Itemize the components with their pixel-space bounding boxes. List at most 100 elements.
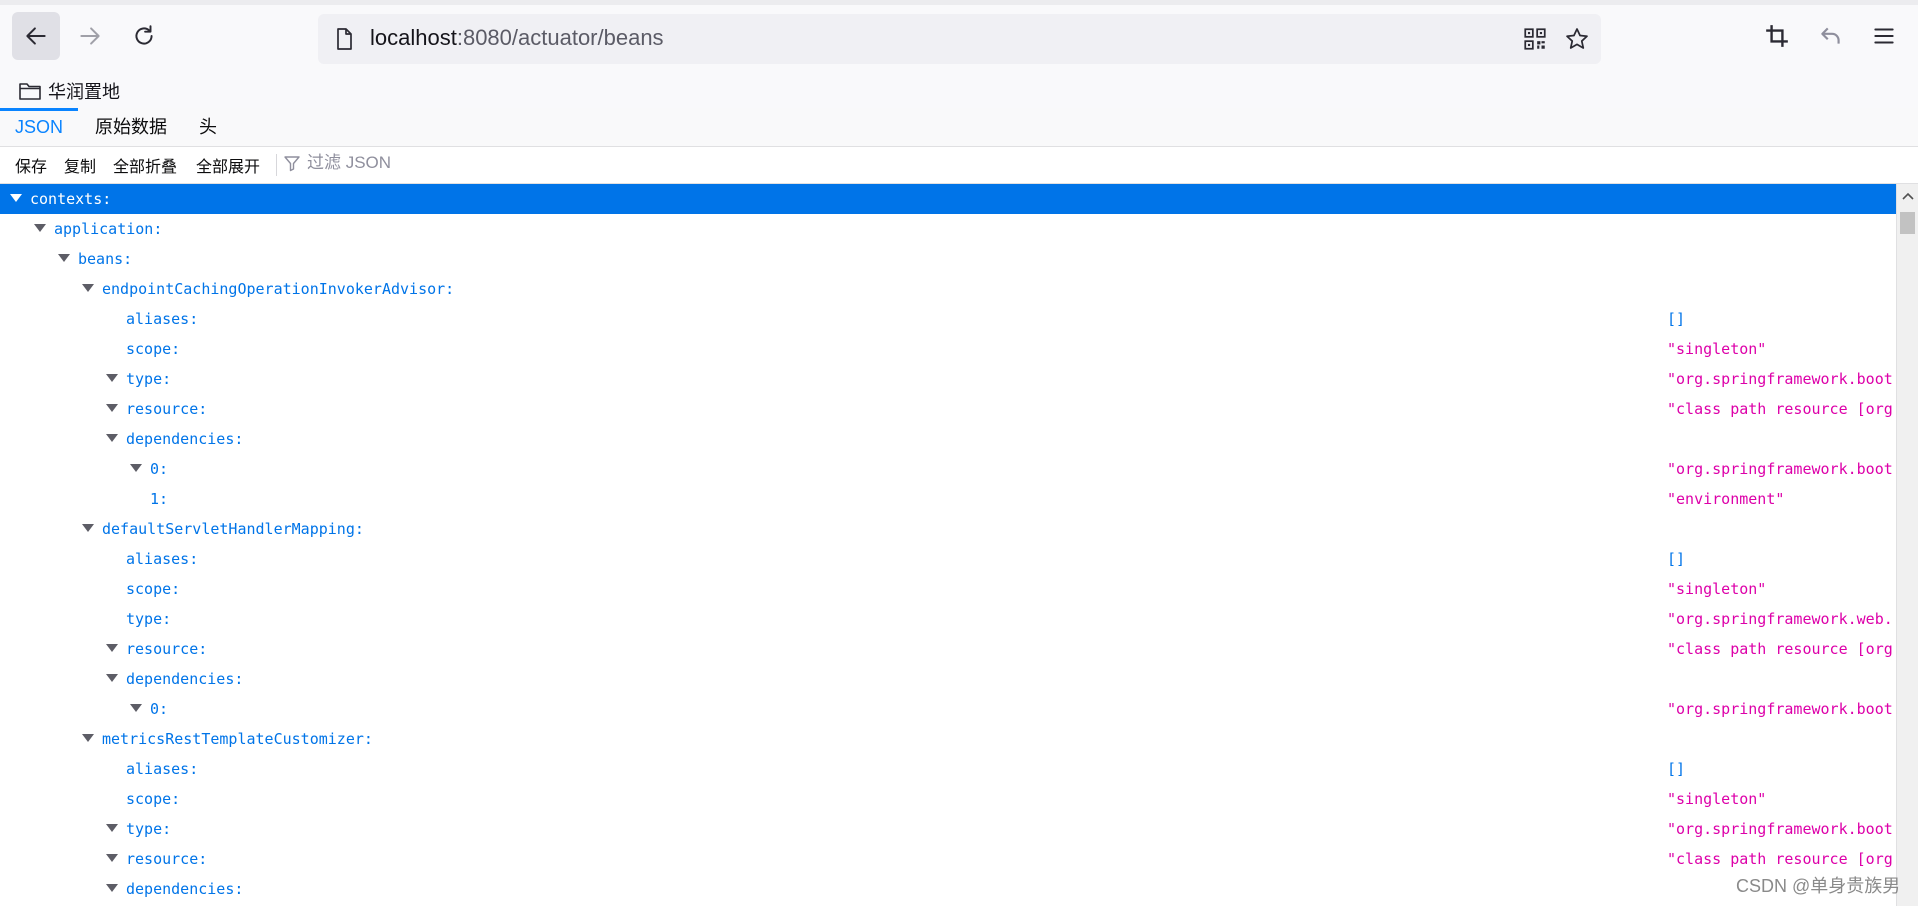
back-arrow-icon (26, 27, 46, 45)
tree-value: "org.springframework.boot (1667, 820, 1893, 838)
expand-toggle-icon[interactable] (82, 284, 94, 292)
viewer-tabs: JSON 原始数据 头 (0, 108, 1918, 147)
expand-toggle-icon[interactable] (82, 524, 94, 532)
tree-row[interactable]: contexts: (0, 184, 1896, 214)
tree-value: "org.springframework.boot (1667, 460, 1893, 478)
tree-key: resource: (126, 640, 208, 658)
tree-value: [] (1667, 760, 1686, 778)
expand-all-button[interactable]: 全部展开 (196, 153, 260, 177)
expand-toggle-icon[interactable] (106, 434, 118, 442)
url-path: :8080/actuator/beans (456, 25, 664, 50)
tree-key: type: (126, 370, 172, 388)
tree-key: contexts: (30, 190, 112, 208)
menu-icon (1874, 28, 1894, 44)
browser-toolbar: localhost:8080/actuator/beans (0, 0, 1918, 73)
tree-key: dependencies: (126, 670, 244, 688)
tree-key: 0: (150, 460, 169, 478)
tree-row[interactable]: resource: "class path resource [org (0, 844, 1896, 874)
tree-key: type: (126, 820, 172, 838)
expand-toggle-icon[interactable] (106, 374, 118, 382)
tree-row[interactable]: type: "org.springframework.boot (0, 814, 1896, 844)
tree-row[interactable]: beans: (0, 244, 1896, 274)
screenshot-button[interactable] (1753, 12, 1801, 60)
tree-key: application: (54, 220, 163, 238)
tree-key: scope: (126, 790, 181, 808)
tree-row[interactable]: application: (0, 214, 1896, 244)
expand-toggle-icon[interactable] (130, 704, 142, 712)
undo-button[interactable] (1807, 12, 1855, 60)
expand-toggle-icon[interactable] (34, 224, 46, 232)
tab-raw-data[interactable]: 原始数据 (84, 108, 178, 146)
expand-toggle-icon[interactable] (106, 824, 118, 832)
back-button[interactable] (12, 12, 60, 60)
qr-code-icon[interactable] (1522, 26, 1548, 52)
url-host: localhost (370, 25, 457, 50)
expand-toggle-icon[interactable] (130, 464, 142, 472)
copy-button[interactable]: 复制 (64, 153, 96, 177)
tree-row[interactable]: metricsRestTemplateCustomizer: (0, 724, 1896, 754)
bookmarks-bar: 华润置地 (0, 73, 1918, 109)
reload-icon (135, 25, 153, 45)
save-button[interactable]: 保存 (15, 153, 47, 177)
vertical-scrollbar[interactable] (1896, 184, 1918, 906)
tree-row[interactable]: type: "org.springframework.boot (0, 364, 1896, 394)
tab-headers[interactable]: 头 (188, 108, 228, 146)
json-tree: contexts: application: beans: endpointCachi… (0, 184, 1896, 906)
tree-value: "class path resource [org (1667, 400, 1893, 418)
menu-button[interactable] (1860, 12, 1908, 60)
tree-value: "class path resource [org (1667, 850, 1893, 868)
expand-toggle-icon[interactable] (106, 884, 118, 892)
tree-row[interactable]: 0: "org.springframework.boot (0, 694, 1896, 724)
page-icon (337, 28, 352, 50)
url-text[interactable]: localhost:8080/actuator/beans (370, 25, 664, 51)
tree-row[interactable]: resource: "class path resource [org (0, 394, 1896, 424)
scroll-up-arrow-icon[interactable] (1900, 188, 1916, 204)
tree-key: 0: (150, 700, 169, 718)
tree-key: 1: (150, 490, 169, 508)
tree-value: [] (1667, 550, 1686, 568)
filter-json-input[interactable] (305, 152, 609, 174)
tree-row[interactable]: defaultServletHandlerMapping: (0, 514, 1896, 544)
bookmark-folder[interactable]: 华润置地 (18, 78, 120, 104)
tree-row[interactable]: endpointCachingOperationInvokerAdvisor: (0, 274, 1896, 304)
expand-toggle-icon[interactable] (106, 674, 118, 682)
tree-row[interactable]: type: "org.springframework.web. (0, 604, 1896, 634)
tree-row[interactable]: aliases: [] (0, 304, 1896, 334)
tree-row[interactable]: dependencies: (0, 424, 1896, 454)
tree-row[interactable]: scope: "singleton" (0, 784, 1896, 814)
star-icon[interactable] (1564, 26, 1590, 52)
tree-row[interactable]: dependencies: (0, 874, 1896, 904)
tree-value: "singleton" (1667, 340, 1767, 358)
tree-row[interactable]: 1: "environment" (0, 484, 1896, 514)
scrollbar-thumb[interactable] (1900, 212, 1915, 234)
tree-value: "org.springframework.boot (1667, 700, 1893, 718)
undo-icon (1821, 27, 1840, 44)
tree-row[interactable]: scope: "singleton" (0, 334, 1896, 364)
tree-row[interactable]: dependencies: (0, 664, 1896, 694)
crop-icon (1766, 25, 1788, 47)
tree-key: aliases: (126, 550, 199, 568)
tree-row[interactable]: aliases: [] (0, 754, 1896, 784)
expand-toggle-icon[interactable] (82, 734, 94, 742)
reload-button[interactable] (120, 12, 168, 60)
tree-row[interactable]: 0: "org.springframework.boot (0, 454, 1896, 484)
tree-row[interactable]: resource: "class path resource [org (0, 634, 1896, 664)
expand-toggle-icon[interactable] (106, 854, 118, 862)
expand-toggle-icon[interactable] (106, 404, 118, 412)
forward-button[interactable] (66, 12, 114, 60)
expand-toggle-icon[interactable] (106, 644, 118, 652)
tree-key: aliases: (126, 760, 199, 778)
tab-json[interactable]: JSON (0, 108, 78, 146)
tree-row[interactable]: scope: "singleton" (0, 574, 1896, 604)
expand-toggle-icon[interactable] (10, 194, 22, 202)
collapse-all-button[interactable]: 全部折叠 (113, 153, 177, 177)
tree-key: metricsRestTemplateCustomizer: (102, 730, 373, 748)
toolbar-divider (276, 154, 277, 176)
tree-row[interactable]: aliases: [] (0, 544, 1896, 574)
tree-value: "class path resource [org (1667, 640, 1893, 658)
tree-key: endpointCachingOperationInvokerAdvisor: (102, 280, 455, 298)
tree-key: type: (126, 610, 172, 628)
expand-toggle-icon[interactable] (58, 254, 70, 262)
url-bar[interactable]: localhost:8080/actuator/beans (318, 14, 1601, 64)
tree-key: resource: (126, 400, 208, 418)
